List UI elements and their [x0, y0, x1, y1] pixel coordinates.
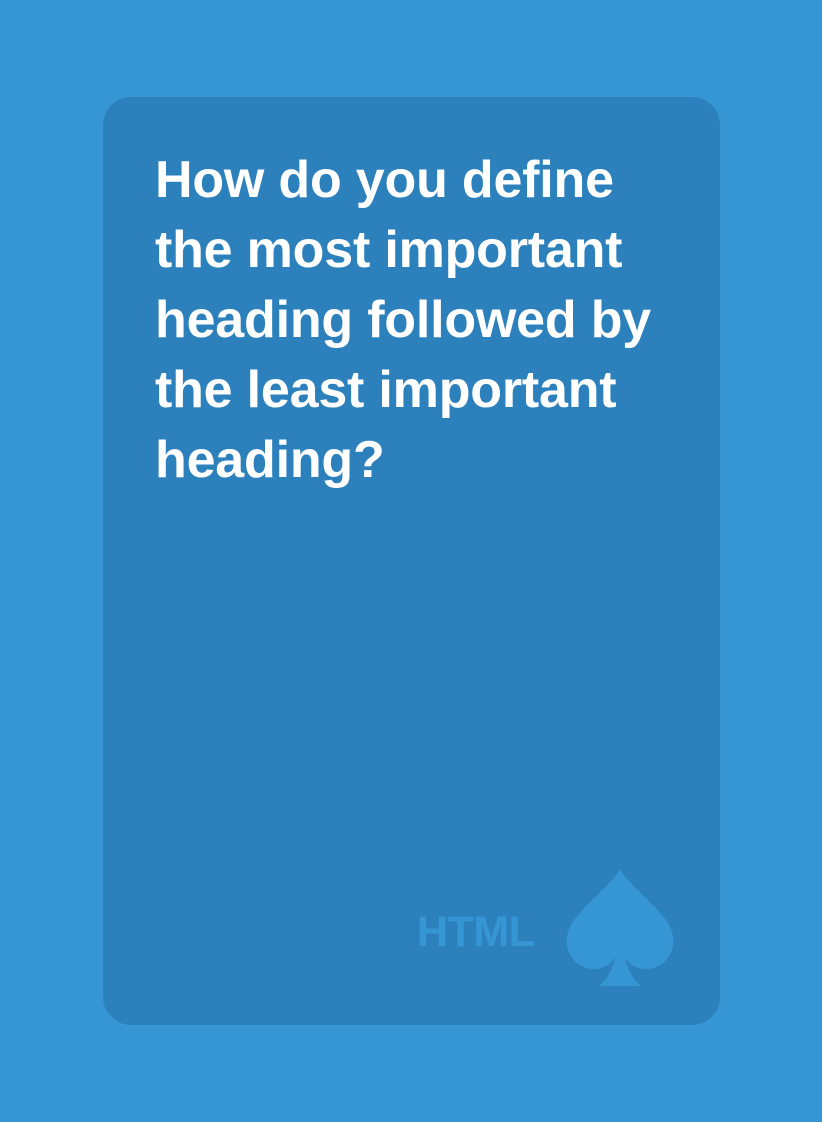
spade-icon [566, 869, 674, 987]
question-card: How do you define the most important hea… [103, 97, 720, 1025]
question-text: How do you define the most important hea… [155, 151, 651, 489]
category-label: HTML [417, 908, 535, 956]
